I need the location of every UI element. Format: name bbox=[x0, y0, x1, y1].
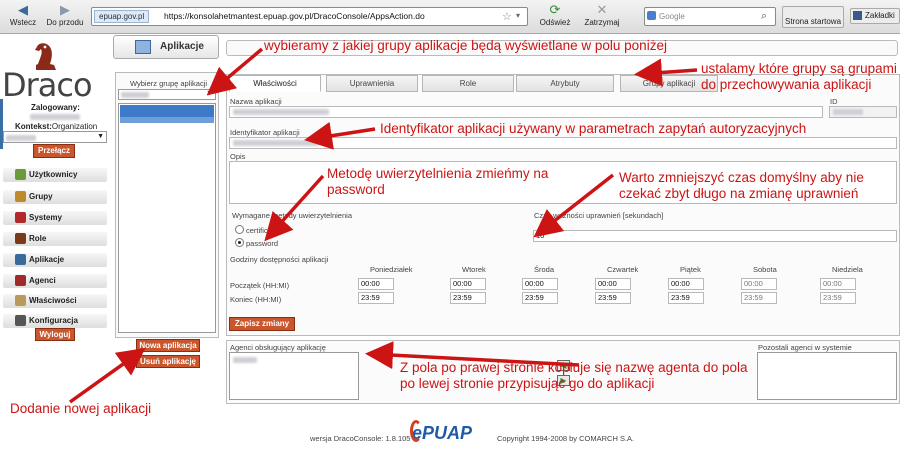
annotation-group-select: wybieramy z jakiej grupy aplikacje będą … bbox=[264, 38, 667, 53]
arrow-identifier bbox=[304, 121, 376, 150]
arrow-groups-tab bbox=[634, 58, 698, 87]
arrow-group-select bbox=[206, 47, 264, 96]
annotation-auth-method: Metodę uwierzytelnienia zmieńmy na passw… bbox=[327, 166, 549, 197]
arrow-new-app bbox=[68, 347, 146, 404]
arrow-auth-method bbox=[264, 174, 325, 242]
annotation-agents: Z pola po prawej stronie kopiuje się naz… bbox=[400, 360, 748, 391]
annotation-time: Warto zmniejszyć czas domyślny aby nie c… bbox=[619, 170, 864, 201]
annotation-groups-tab: ustalamy które grupy są grupami do przec… bbox=[701, 61, 897, 92]
annotation-new-app: Dodanie nowej aplikacji bbox=[10, 401, 152, 416]
annotation-identifier: Identyfikator aplikacji używany w parame… bbox=[380, 121, 807, 136]
